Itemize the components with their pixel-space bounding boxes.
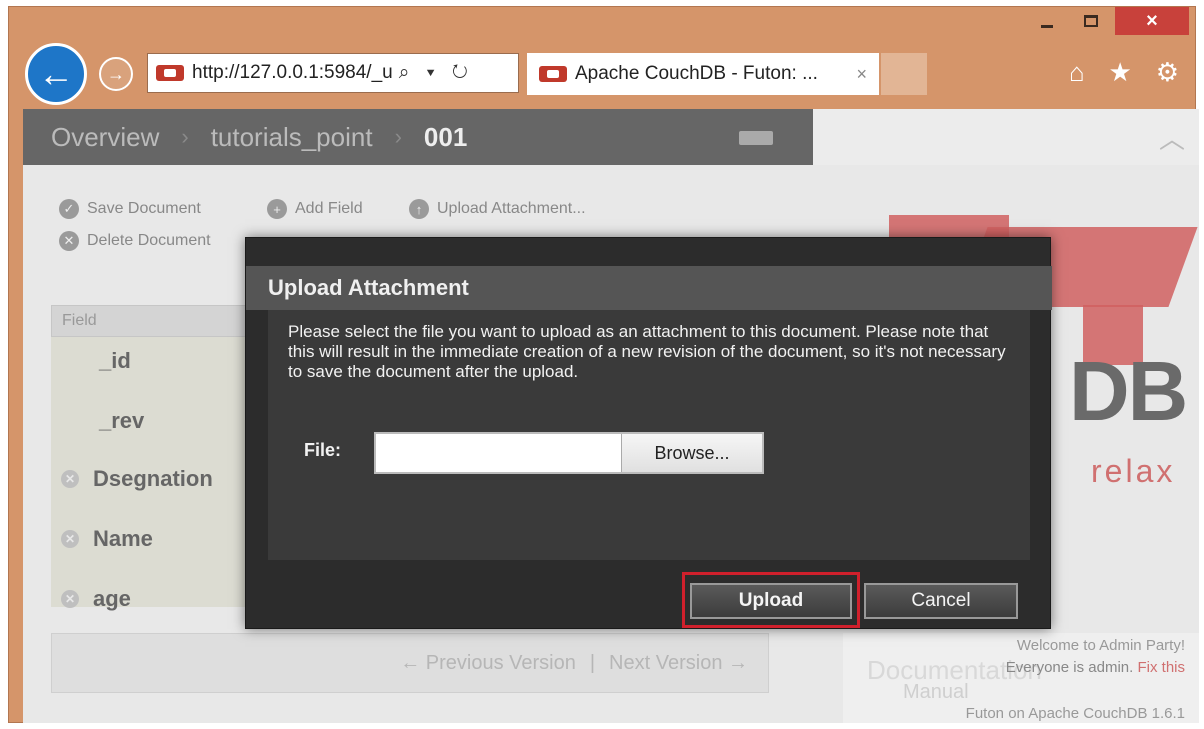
dialog-body: Please select the file you want to uploa… bbox=[268, 310, 1030, 560]
field-name[interactable]: age bbox=[93, 586, 131, 612]
delete-document-label: Delete Document bbox=[87, 232, 211, 249]
upload-attachment-button[interactable]: ↑ Upload Attachment... bbox=[409, 199, 586, 219]
admin-notice: Everyone is admin. Fix this bbox=[1006, 659, 1185, 676]
previous-version-link[interactable]: ← Previous Version bbox=[400, 652, 576, 675]
remove-field-icon[interactable]: ✕ bbox=[61, 470, 79, 488]
tab-title: Apache CouchDB - Futon: ... bbox=[575, 63, 818, 84]
browse-button[interactable]: Browse... bbox=[622, 434, 762, 472]
maximize-icon bbox=[1084, 15, 1098, 27]
field-name: _id bbox=[99, 348, 131, 373]
cancel-button[interactable]: Cancel bbox=[864, 583, 1018, 619]
remove-field-icon[interactable]: ✕ bbox=[61, 530, 79, 548]
favorites-star-icon[interactable]: ★ bbox=[1109, 57, 1132, 88]
tab-close-icon[interactable]: × bbox=[856, 64, 867, 85]
chevron-up-icon[interactable]: ︿ bbox=[1159, 119, 1185, 156]
x-circle-icon: ✕ bbox=[59, 231, 79, 251]
back-button[interactable]: ← bbox=[25, 43, 87, 105]
breadcrumb-database[interactable]: tutorials_point bbox=[211, 122, 373, 153]
tag-icon bbox=[739, 131, 773, 145]
field-row-name: ✕ Name bbox=[51, 519, 261, 559]
next-version-link[interactable]: Next Version → bbox=[609, 652, 748, 675]
field-row-dsegnation: ✕ Dsegnation bbox=[51, 459, 261, 499]
save-document-label: Save Document bbox=[87, 200, 201, 217]
plus-icon: + bbox=[267, 199, 287, 219]
pager-separator: | bbox=[589, 651, 596, 674]
upload-button[interactable]: Upload bbox=[690, 583, 852, 619]
version-text: Futon on Apache CouchDB 1.6.1 bbox=[965, 705, 1185, 722]
delete-document-button[interactable]: ✕ Delete Document bbox=[59, 231, 211, 251]
arrow-right-icon: → bbox=[107, 63, 125, 84]
arrow-left-icon: ← bbox=[38, 53, 74, 94]
dialog-title: Upload Attachment bbox=[246, 266, 1052, 310]
browser-tab[interactable]: Apache CouchDB - Futon: ... × bbox=[527, 53, 879, 95]
field-name[interactable]: Name bbox=[93, 526, 153, 552]
file-input[interactable]: Browse... bbox=[374, 432, 764, 474]
upload-arrow-icon: ↑ bbox=[409, 199, 429, 219]
breadcrumb-document: 001 bbox=[423, 121, 468, 152]
manual-link[interactable]: Manual bbox=[903, 681, 969, 704]
logo-tagline: relax bbox=[1091, 453, 1176, 489]
add-field-button[interactable]: + Add Field bbox=[267, 199, 363, 219]
welcome-text: Welcome to Admin Party! bbox=[1016, 637, 1185, 654]
field-row-id: _id bbox=[51, 341, 261, 381]
remove-field-icon[interactable]: ✕ bbox=[61, 590, 79, 608]
breadcrumb-overview[interactable]: Overview bbox=[51, 122, 159, 153]
file-path-field[interactable] bbox=[376, 434, 622, 472]
field-row-age: ✕ age bbox=[51, 579, 261, 619]
fix-this-link[interactable]: Fix this bbox=[1137, 659, 1185, 676]
maximize-button[interactable] bbox=[1071, 7, 1111, 35]
sidebar-footer: Documentation Manual Welcome to Admin Pa… bbox=[843, 633, 1199, 723]
close-window-button[interactable]: × bbox=[1115, 7, 1189, 35]
upload-dialog: Upload Attachment Please select the file… bbox=[245, 237, 1052, 629]
version-pager: ← Previous Version | Next Version → bbox=[51, 633, 769, 693]
check-icon: ✓ bbox=[59, 199, 79, 219]
breadcrumb-separator: › bbox=[394, 124, 402, 149]
dialog-message: Please select the file you want to uploa… bbox=[288, 322, 1006, 381]
couchdb-favicon-icon bbox=[539, 66, 567, 82]
field-row-rev: _rev bbox=[51, 401, 261, 441]
home-icon[interactable]: ⌂ bbox=[1069, 57, 1085, 88]
address-url: http://127.0.0.1:5984/_u bbox=[192, 62, 393, 83]
upload-attachment-label: Upload Attachment... bbox=[437, 200, 586, 217]
forward-button[interactable]: → bbox=[99, 57, 133, 91]
new-tab-button[interactable] bbox=[881, 53, 927, 95]
browser-window: × ← → http://127.0.0.1:5984/_u ⌕ ▾ ↻ Apa… bbox=[8, 6, 1199, 723]
settings-gear-icon[interactable]: ⚙ bbox=[1156, 57, 1179, 88]
breadcrumb: Overview › tutorials_point › 001 bbox=[23, 109, 813, 165]
minimize-button[interactable] bbox=[1027, 7, 1067, 35]
breadcrumb-separator: › bbox=[181, 124, 189, 149]
logo-text: DB bbox=[1069, 344, 1188, 438]
save-document-button[interactable]: ✓ Save Document bbox=[59, 199, 201, 219]
file-label: File: bbox=[304, 440, 342, 460]
minimize-icon bbox=[1041, 24, 1053, 28]
sidebar-header: ︿ bbox=[813, 109, 1199, 165]
address-tools[interactable]: ⌕ ▾ ↻ bbox=[399, 62, 474, 84]
couchdb-favicon-icon bbox=[156, 65, 184, 81]
field-name[interactable]: Dsegnation bbox=[93, 466, 213, 492]
address-bar[interactable]: http://127.0.0.1:5984/_u ⌕ ▾ ↻ bbox=[147, 53, 519, 93]
admin-text: Everyone is admin. bbox=[1005, 659, 1134, 676]
add-field-label: Add Field bbox=[295, 200, 363, 217]
browser-toolbar-icons: ⌂ ★ ⚙ bbox=[1069, 57, 1179, 88]
field-name: _rev bbox=[99, 408, 145, 433]
